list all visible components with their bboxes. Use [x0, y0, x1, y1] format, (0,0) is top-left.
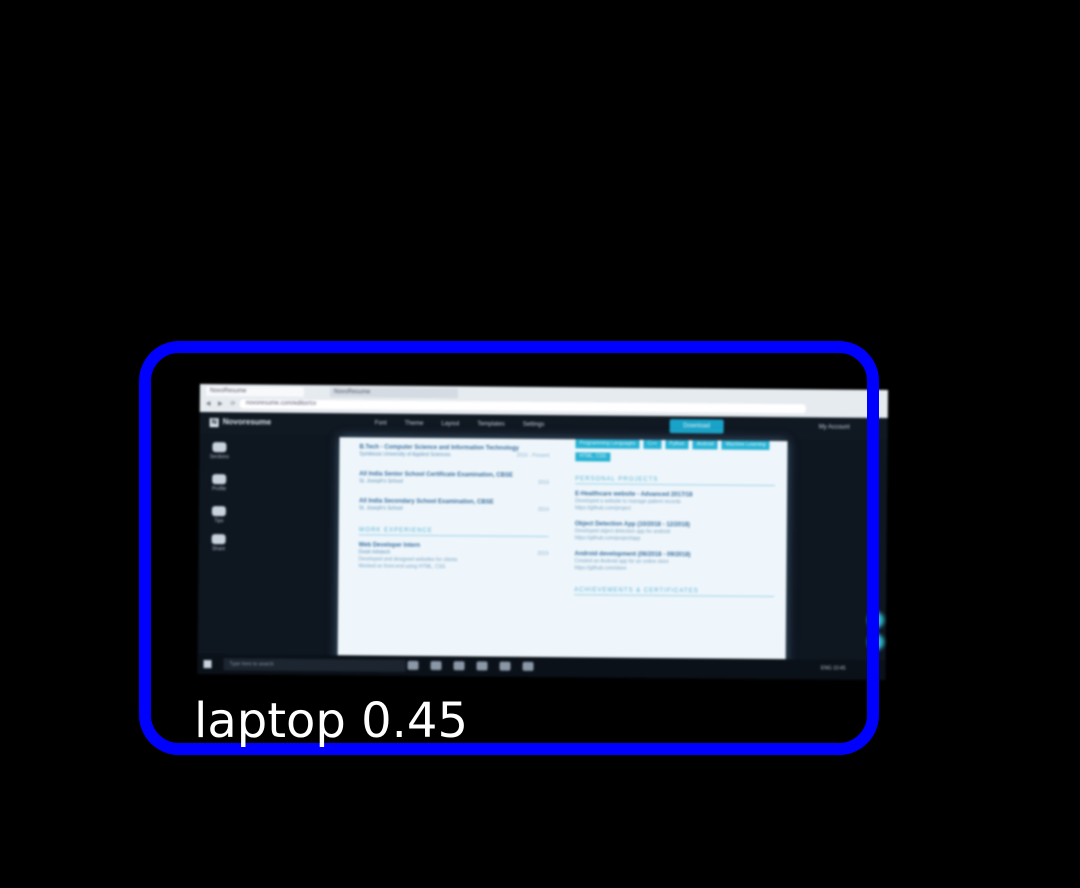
- detection-label: laptop 0.45: [194, 693, 469, 749]
- camera-scene: NovoResume NovoResume ◀ ▶ ⟳ novoresume.c…: [0, 0, 1080, 888]
